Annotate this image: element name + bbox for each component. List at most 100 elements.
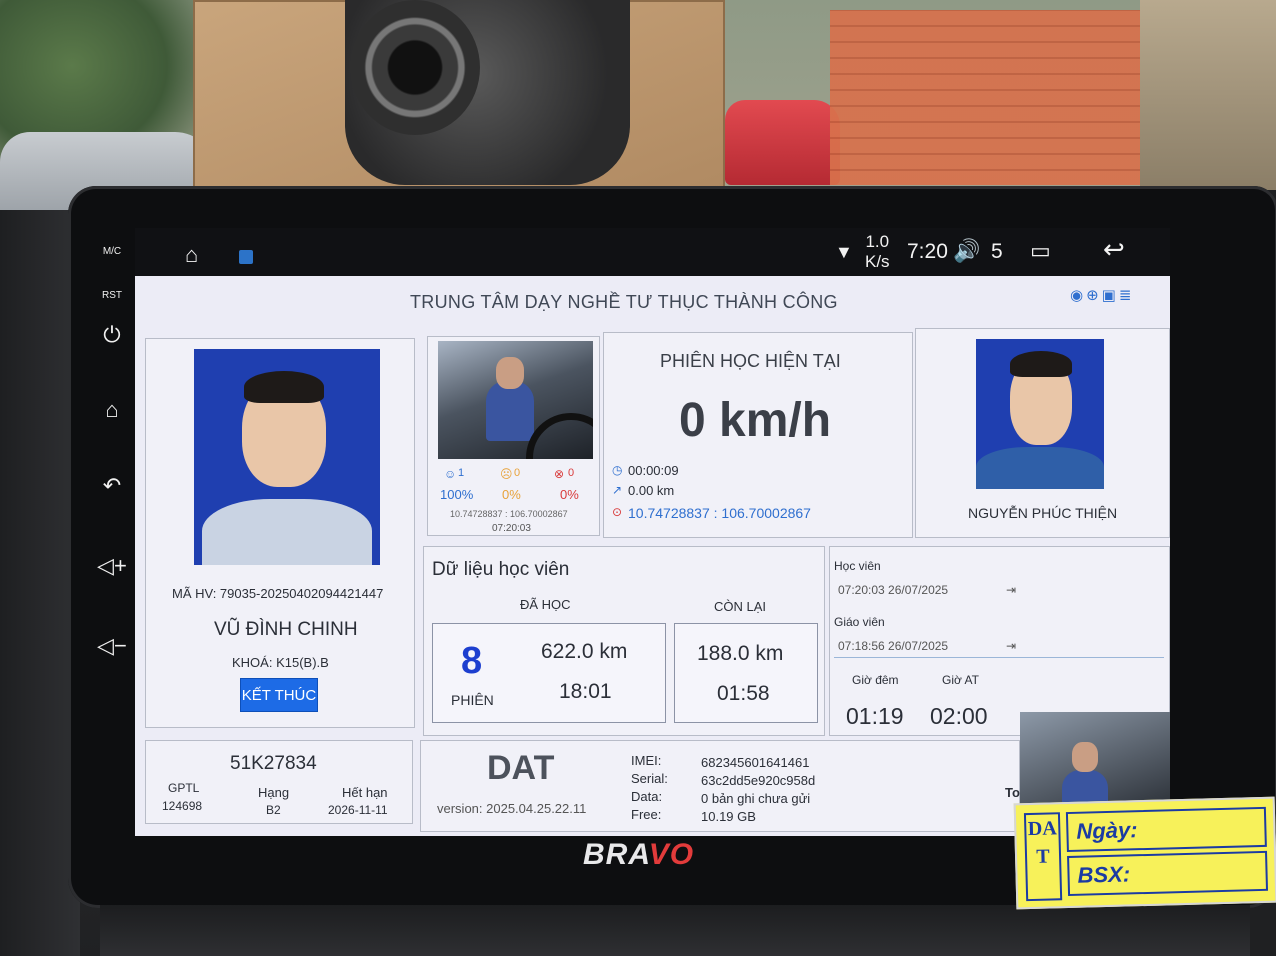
toolbar-icons: ◉⊕▣≣: [1070, 286, 1134, 304]
done-label: ĐÃ HỌC: [520, 597, 571, 612]
imei-value: 682345601641461: [701, 755, 810, 770]
device-logo: DAT: [487, 749, 555, 787]
nav-back-icon[interactable]: ↩: [1103, 234, 1125, 265]
login-times-panel: Học viên 07:20:03 26/07/2025 ⇥ Giáo viên…: [829, 546, 1170, 736]
auto-hours-label: Giờ AT: [942, 673, 979, 687]
network-speed: 1.0 K/s: [865, 232, 890, 272]
bad-count: 0: [568, 467, 575, 479]
sticker-date-label: Ngày:: [1065, 806, 1267, 853]
student-data-heading: Dữ liệu học viên: [432, 559, 570, 580]
remaining-box: 188.0 km 01:58: [674, 623, 818, 723]
volume-up-icon[interactable]: ◁+: [92, 553, 132, 579]
face-bad-icon: ⊗: [554, 467, 565, 481]
database-icon[interactable]: ≣: [1119, 287, 1135, 304]
home-outline-icon[interactable]: ⌂: [185, 242, 198, 268]
cut-off-text: To: [1005, 785, 1020, 800]
warn-percent: 0%: [502, 487, 521, 502]
current-speed: 0 km/h: [679, 394, 832, 447]
gptl-label: GPTL: [168, 781, 200, 795]
brand-suffix: VO: [648, 838, 695, 871]
power-icon[interactable]: ⏻: [92, 322, 132, 348]
data-value: 0 bản ghi chưa gửi: [701, 791, 811, 806]
auto-hours-value: 02:00: [930, 703, 988, 729]
sticker-plate-label: BSX:: [1067, 850, 1269, 897]
free-label: Free:: [631, 807, 662, 822]
remaining-time: 01:58: [717, 682, 770, 705]
sessions-label: PHIÊN: [451, 692, 494, 708]
app-title: TRUNG TÂM DẠY NGHỀ TƯ THỤC THÀNH CÔNG: [410, 292, 838, 312]
volume-down-icon[interactable]: ◁−: [92, 633, 132, 659]
done-distance: 622.0 km: [541, 640, 628, 663]
back-icon[interactable]: ↶: [92, 473, 132, 499]
wifi-icon: ▼: [835, 242, 853, 262]
photo-scene: M/C RST ⏻ ⌂ ↶ ◁+ ◁− ⌂ ▼ 1.0 K/s 7:20 🔊 5…: [0, 0, 1276, 956]
dat-sticker: DAT Ngày: BSX:: [1013, 796, 1276, 910]
divider: [834, 657, 1164, 658]
night-hours-label: Giờ đêm: [852, 673, 899, 687]
imei-label: IMEI:: [631, 753, 662, 768]
remaining-label: CÒN LẠI: [714, 599, 767, 614]
sessions-count: 8: [461, 640, 483, 682]
camera-icon[interactable]: ▣: [1102, 287, 1119, 304]
device-panel: DAT version: 2025.04.25.22.11 IMEI: 6823…: [420, 740, 1020, 832]
camera-lens: [350, 0, 480, 135]
app-icon[interactable]: [239, 250, 253, 264]
end-session-button[interactable]: KẾT THÚC: [240, 678, 318, 712]
teacher-login-label: Giáo viên: [834, 615, 885, 629]
teacher-photo: [976, 339, 1104, 489]
clock-icon: ◷: [612, 463, 623, 477]
globe-icon[interactable]: ⊕: [1086, 287, 1102, 304]
reset-label: RST: [102, 290, 122, 301]
status-bar: ⌂ ▼ 1.0 K/s 7:20 🔊 5 ▭ ↩: [135, 228, 1170, 276]
done-box: 8 PHIÊN 622.0 km 18:01: [432, 623, 666, 723]
student-panel: MÃ HV: 79035-20250402094421447 VŨ ĐÌNH C…: [145, 338, 415, 728]
clock: 7:20: [907, 240, 948, 263]
serial-value: 63c2dd5e920c958d: [701, 773, 816, 788]
distance-icon: ↗: [612, 483, 623, 497]
student-course: KHOÁ: K15(B).B: [232, 655, 329, 670]
session-heading: PHIÊN HỌC HIỆN TẠI: [660, 351, 841, 371]
device-version: version: 2025.04.25.22.11: [437, 801, 587, 816]
teacher-panel: NGUYỄN PHÚC THIỆN: [915, 328, 1170, 538]
teacher-name: NGUYỄN PHÚC THIỆN: [968, 505, 1118, 521]
student-id: MÃ HV: 79035-20250402094421447: [172, 586, 384, 601]
gptl-value: 124698: [162, 799, 203, 813]
data-label: Data:: [631, 789, 663, 804]
volume-icon[interactable]: 🔊: [953, 238, 980, 264]
current-session-panel: PHIÊN HỌC HIỆN TẠI 0 km/h ◷ 00:00:09 ↗ 0…: [603, 332, 913, 538]
sticker-letters: DAT: [1023, 812, 1063, 902]
face-warn-icon: ☹: [500, 467, 513, 481]
student-login-label: Học viên: [834, 559, 881, 573]
warn-count: 0: [514, 467, 521, 479]
good-count: 1: [458, 467, 465, 479]
brand-prefix: BRA: [583, 838, 649, 871]
session-distance: 0.00 km: [628, 483, 675, 498]
vehicle-panel: 51K27834 GPTL 124698 Hạng B2 Hết hạn 202…: [145, 740, 413, 824]
home-icon[interactable]: ⌂: [92, 397, 132, 423]
dashboard-bottom: [100, 905, 1250, 956]
session-gps: 10.74728837 : 106.70002867: [628, 505, 811, 521]
touch-screen: ⌂ ▼ 1.0 K/s 7:20 🔊 5 ▭ ↩ TRUNG TÂM DẠY N…: [135, 228, 1170, 836]
expiry-value: 2026-11-11: [328, 803, 388, 817]
camera-panel: ☺ 1 ☹ 0 ⊗ 0 100% 0% 0% 10.74728837 : 106…: [427, 336, 600, 536]
camera-time: 07:20:03: [492, 523, 531, 534]
student-photo: [194, 349, 380, 565]
location-icon: ⊙: [612, 505, 623, 519]
network-speed-value: 1.0: [865, 232, 890, 251]
student-logout-icon[interactable]: ⇥: [1006, 583, 1016, 597]
teacher-logout-icon[interactable]: ⇥: [1006, 639, 1016, 653]
background-building: [1140, 0, 1276, 190]
brand-logo: BRAVO: [583, 838, 694, 872]
compass-icon[interactable]: ◉: [1070, 287, 1086, 304]
recent-apps-icon[interactable]: ▭: [1030, 238, 1051, 264]
good-percent: 100%: [440, 487, 474, 502]
serial-label: Serial:: [631, 771, 668, 786]
cabin-camera-feed: [438, 341, 593, 459]
teacher-login-time: 07:18:56 26/07/2025: [838, 639, 949, 653]
class-value: B2: [266, 803, 281, 817]
session-elapsed: 00:00:09: [628, 463, 679, 478]
night-hours-value: 01:19: [846, 703, 904, 729]
expiry-label: Hết hạn: [342, 785, 388, 800]
camera-coords: 10.74728837 : 106.70002867: [450, 509, 568, 519]
bad-percent: 0%: [560, 487, 579, 502]
